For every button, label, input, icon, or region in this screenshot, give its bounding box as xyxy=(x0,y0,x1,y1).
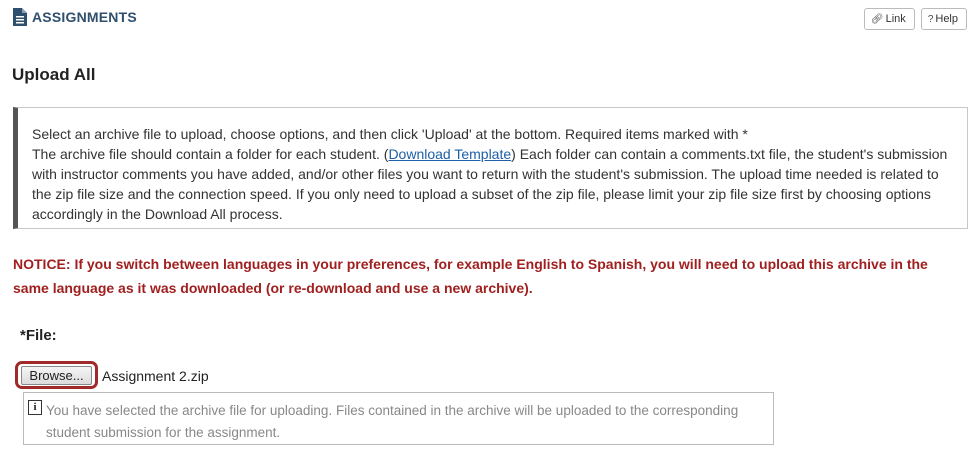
instructions-line1: Select an archive file to upload, choose… xyxy=(32,126,748,142)
tool-header: ASSIGNMENTS xyxy=(12,6,137,28)
info-icon: i xyxy=(28,400,42,415)
file-hint-text: You have selected the archive file for u… xyxy=(46,403,739,440)
file-hint-box: i You have selected the archive file for… xyxy=(23,392,774,445)
link-button[interactable]: 🔗︎ Link xyxy=(863,8,915,30)
help-button[interactable]: ? Help xyxy=(920,8,967,30)
instructions-line2-start: The archive file should contain a folder… xyxy=(32,146,389,162)
download-template-link[interactable]: Download Template xyxy=(388,146,511,162)
question-icon: ? xyxy=(927,13,934,25)
selected-filename: Assignment 2.zip xyxy=(102,368,209,384)
language-notice: NOTICE: If you switch between languages … xyxy=(13,256,928,296)
link-icon: 🔗︎ xyxy=(870,13,884,25)
link-button-label: Link xyxy=(885,13,906,25)
top-toolbar: 🔗︎ Link ? Help xyxy=(863,8,967,30)
browse-highlight: Browse... xyxy=(15,361,98,389)
browse-button[interactable]: Browse... xyxy=(21,365,92,385)
file-label: *File: xyxy=(20,327,57,344)
document-icon xyxy=(13,8,27,26)
help-button-label: Help xyxy=(935,13,958,25)
instructions-body: The archive file should contain a folder… xyxy=(32,144,953,224)
tool-title: ASSIGNMENTS xyxy=(32,9,137,25)
page-title: Upload All xyxy=(12,65,96,84)
instructions-box: Select an archive file to upload, choose… xyxy=(13,107,968,229)
